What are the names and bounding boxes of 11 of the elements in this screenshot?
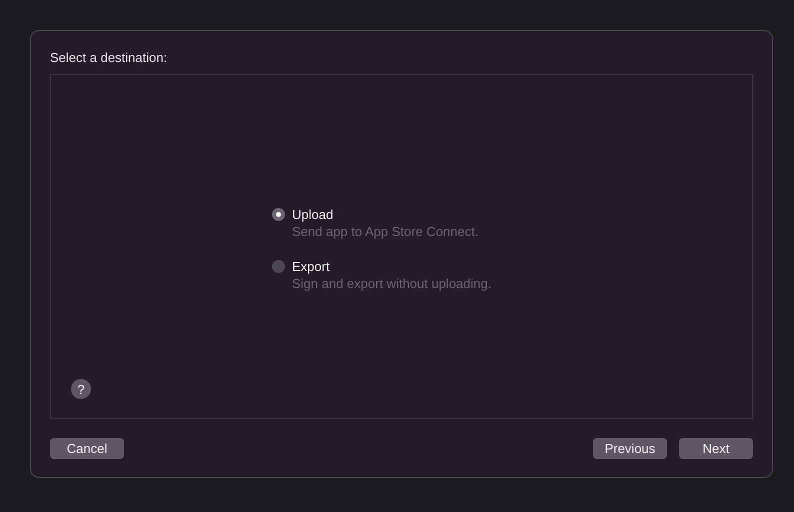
- option-label[interactable]: Upload: [292, 207, 478, 222]
- dialog-button[interactable]: Cancel: [50, 438, 124, 459]
- dialog-button[interactable]: Next: [679, 438, 753, 459]
- help-button[interactable]: ?: [71, 379, 91, 399]
- radio-button[interactable]: [272, 208, 285, 221]
- option-label[interactable]: Export: [292, 259, 492, 274]
- radio-button[interactable]: [272, 260, 285, 273]
- dialog-button[interactable]: Previous: [593, 438, 667, 459]
- option-description: Sign and export without uploading.: [292, 276, 492, 291]
- dialog-title: Select a destination:: [50, 50, 168, 66]
- option-description: Send app to App Store Connect.: [292, 224, 478, 239]
